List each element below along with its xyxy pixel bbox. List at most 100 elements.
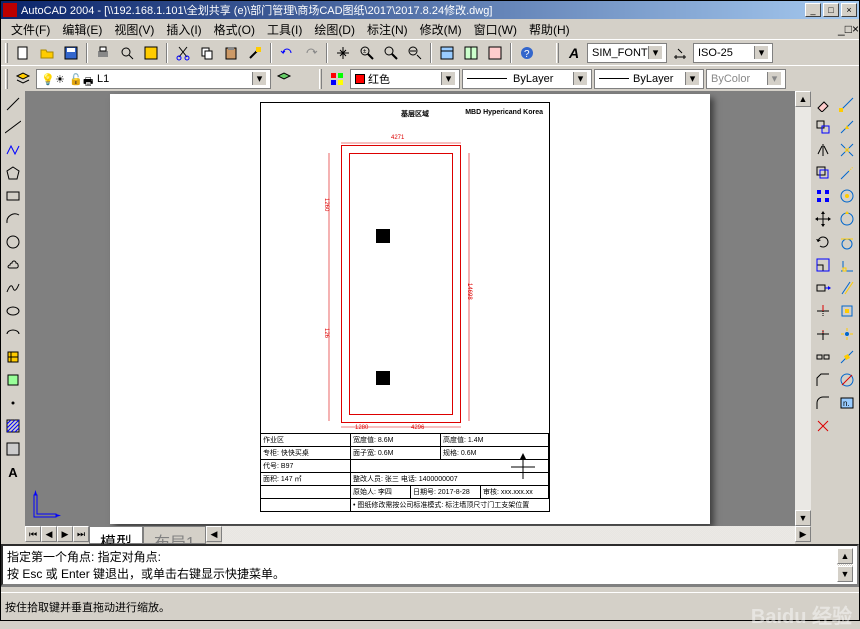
toolpalettes-button[interactable]: [484, 42, 506, 64]
mdi-maximize-button[interactable]: □: [845, 22, 852, 36]
dropdown-icon[interactable]: ▾: [767, 72, 781, 85]
mdi-close-button[interactable]: ×: [852, 22, 859, 36]
toolbar-grip[interactable]: [5, 43, 8, 63]
toolbar-grip[interactable]: [556, 43, 559, 63]
stretch-tool[interactable]: [812, 277, 834, 299]
region-tool[interactable]: [2, 438, 24, 460]
save-button[interactable]: [60, 42, 82, 64]
toolbar-grip[interactable]: [5, 69, 8, 89]
publish-button[interactable]: [140, 42, 162, 64]
scroll-up-button[interactable]: ▲: [795, 91, 811, 107]
pan-button[interactable]: [332, 42, 354, 64]
array-tool[interactable]: [812, 185, 834, 207]
mdi-minimize-button[interactable]: _: [838, 22, 845, 36]
help-button[interactable]: ?: [516, 42, 538, 64]
offset-tool[interactable]: [812, 162, 834, 184]
tab-first-button[interactable]: ⏮: [25, 526, 41, 542]
xline-tool[interactable]: [2, 116, 24, 138]
scale-tool[interactable]: [812, 254, 834, 276]
hatch-tool[interactable]: [2, 415, 24, 437]
scroll-left-button[interactable]: ◀: [206, 526, 222, 542]
model-tab[interactable]: 模型: [89, 526, 143, 544]
trim-tool[interactable]: [812, 300, 834, 322]
spline-tool[interactable]: [2, 277, 24, 299]
erase-tool[interactable]: [812, 93, 834, 115]
ellipse-arc-tool[interactable]: [2, 323, 24, 345]
zoom-realtime-button[interactable]: ±: [356, 42, 378, 64]
match-properties-button[interactable]: [244, 42, 266, 64]
snap-endpoint-tool[interactable]: [836, 93, 858, 115]
toolbar-grip[interactable]: [319, 69, 322, 89]
open-button[interactable]: [36, 42, 58, 64]
text-style-combo[interactable]: SIM_FONT▾: [587, 43, 667, 63]
snap-parallel-tool[interactable]: [836, 277, 858, 299]
mirror-tool[interactable]: [812, 139, 834, 161]
polygon-tool[interactable]: [2, 162, 24, 184]
menu-edit[interactable]: 编辑(E): [56, 19, 108, 40]
dropdown-icon[interactable]: ▾: [754, 46, 768, 59]
minimize-button[interactable]: _: [805, 3, 821, 17]
snap-midpoint-tool[interactable]: [836, 116, 858, 138]
snap-insert-tool[interactable]: [836, 300, 858, 322]
snap-perpendicular-tool[interactable]: [836, 254, 858, 276]
insert-block-tool[interactable]: [2, 346, 24, 368]
osnap-settings-tool[interactable]: n.: [836, 392, 858, 414]
layer-manager-button[interactable]: [12, 68, 34, 90]
color-button[interactable]: [326, 68, 348, 90]
menu-tools[interactable]: 工具(I): [261, 19, 308, 40]
dropdown-icon[interactable]: ▾: [252, 72, 266, 85]
rectangle-tool[interactable]: [2, 185, 24, 207]
print-button[interactable]: [92, 42, 114, 64]
rotate-tool[interactable]: [812, 231, 834, 253]
menu-draw[interactable]: 绘图(D): [308, 19, 361, 40]
extend-tool[interactable]: [812, 323, 834, 345]
tab-last-button[interactable]: ⏭: [73, 526, 89, 542]
vertical-scrollbar[interactable]: ▲ ▼: [795, 91, 811, 526]
paste-button[interactable]: [220, 42, 242, 64]
layer-combo[interactable]: 💡 ☀ 🔓 🖶 L1 ▾: [36, 69, 271, 89]
zoom-previous-button[interactable]: [404, 42, 426, 64]
break-tool[interactable]: [812, 346, 834, 368]
snap-tangent-tool[interactable]: [836, 231, 858, 253]
dropdown-icon[interactable]: ▾: [441, 72, 455, 85]
dimstyle-button[interactable]: [669, 42, 691, 64]
move-tool[interactable]: [812, 208, 834, 230]
explode-tool[interactable]: [812, 415, 834, 437]
copy-tool[interactable]: [812, 116, 834, 138]
snap-none-tool[interactable]: [836, 369, 858, 391]
text-style-button[interactable]: A: [563, 42, 585, 64]
dropdown-icon[interactable]: ▾: [648, 46, 662, 59]
snap-node-tool[interactable]: [836, 323, 858, 345]
drawing-viewport[interactable]: MBD Hypericand Korea 基层区域 4271 1260: [25, 91, 811, 526]
circle-tool[interactable]: [2, 231, 24, 253]
designcenter-button[interactable]: [460, 42, 482, 64]
tab-next-button[interactable]: ▶: [57, 526, 73, 542]
revcloud-tool[interactable]: [2, 254, 24, 276]
zoom-window-button[interactable]: [380, 42, 402, 64]
menu-dimension[interactable]: 标注(N): [361, 19, 414, 40]
scroll-right-button[interactable]: ▶: [795, 526, 811, 542]
snap-nearest-tool[interactable]: [836, 346, 858, 368]
dim-style-combo[interactable]: ISO-25▾: [693, 43, 773, 63]
menu-modify[interactable]: 修改(M): [414, 19, 468, 40]
cmd-scroll-down[interactable]: ▼: [837, 566, 853, 582]
ellipse-tool[interactable]: [2, 300, 24, 322]
menu-view[interactable]: 视图(V): [108, 19, 160, 40]
color-combo[interactable]: 红色▾: [350, 69, 460, 89]
tab-prev-button[interactable]: ◀: [41, 526, 57, 542]
maximize-button[interactable]: □: [823, 3, 839, 17]
arc-tool[interactable]: [2, 208, 24, 230]
snap-center-tool[interactable]: [836, 185, 858, 207]
horizontal-scrollbar[interactable]: [222, 526, 795, 544]
polyline-tool[interactable]: [2, 139, 24, 161]
chamfer-tool[interactable]: [812, 369, 834, 391]
close-button[interactable]: ×: [841, 3, 857, 17]
dropdown-icon[interactable]: ▾: [685, 72, 699, 85]
cut-button[interactable]: [172, 42, 194, 64]
snap-intersection-tool[interactable]: [836, 139, 858, 161]
layer-previous-button[interactable]: [273, 68, 295, 90]
plotstyle-combo[interactable]: ByColor▾: [706, 69, 786, 89]
menu-insert[interactable]: 插入(I): [160, 19, 207, 40]
menu-window[interactable]: 窗口(W): [468, 19, 523, 40]
fillet-tool[interactable]: [812, 392, 834, 414]
